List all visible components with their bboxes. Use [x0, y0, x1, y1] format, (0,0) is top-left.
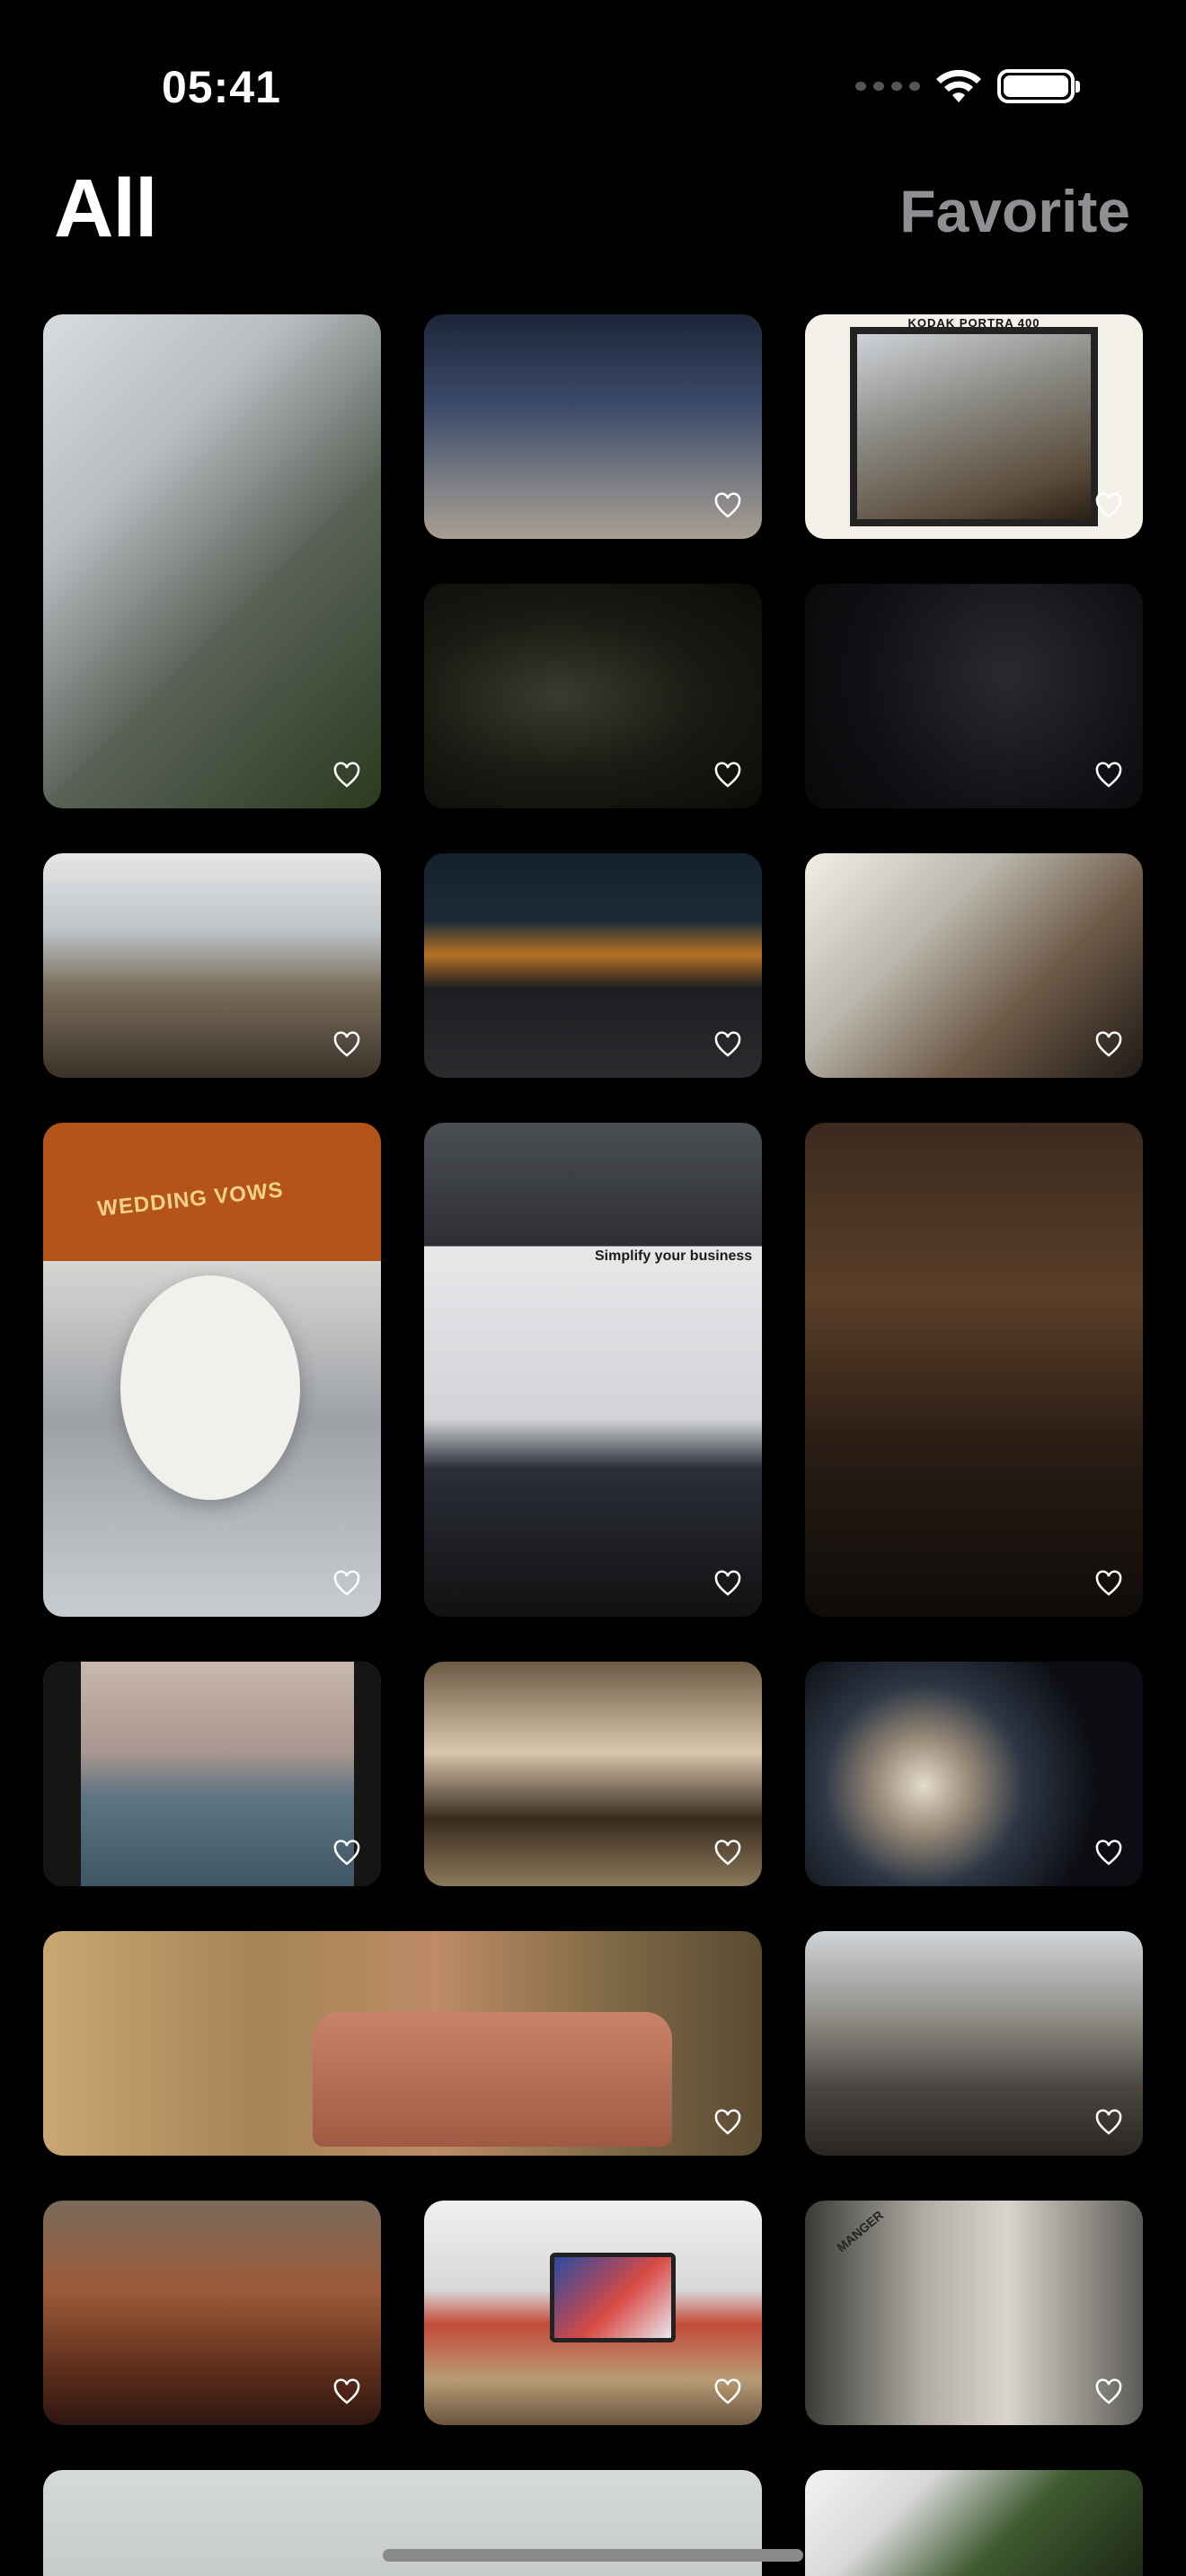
heart-icon[interactable] — [332, 1570, 361, 1597]
ring-box — [120, 1275, 300, 1500]
card-text: WEDDING VOWS — [96, 1178, 285, 1222]
heart-icon[interactable] — [713, 1839, 742, 1866]
heart-icon[interactable] — [713, 1570, 742, 1597]
heart-icon[interactable] — [1094, 1031, 1123, 1058]
sign-text: MANGER — [834, 2207, 887, 2255]
photo-city-street[interactable] — [424, 314, 762, 539]
photo-film-frame-studio[interactable]: KODAK PORTRA 400 — [805, 314, 1143, 539]
photo-canyon[interactable] — [43, 2201, 381, 2425]
heart-icon[interactable] — [1094, 1839, 1123, 1866]
photo-atrium[interactable] — [805, 1931, 1143, 2156]
film-label: KODAK PORTRA 400 — [907, 316, 1040, 330]
photo-townhouse[interactable] — [424, 1662, 762, 1886]
monitor — [550, 2253, 676, 2342]
photo-wedding-rings[interactable]: WEDDING VOWS — [43, 1123, 381, 1617]
heart-icon[interactable] — [1094, 762, 1123, 789]
photo-wall-lamp[interactable]: MANGER — [805, 2201, 1143, 2425]
heart-icon[interactable] — [713, 2378, 742, 2405]
photo-dark-fabric[interactable] — [424, 584, 762, 808]
heart-icon[interactable] — [332, 1031, 361, 1058]
photo-wood-interior[interactable] — [805, 1123, 1143, 1617]
heart-icon[interactable] — [332, 2378, 361, 2405]
heart-icon[interactable] — [1094, 2109, 1123, 2136]
photo-bottom-plants[interactable] — [805, 2470, 1143, 2576]
photo-grid: KODAK PORTRA 400 WEDDING VOWS Simplify y… — [0, 0, 1186, 2576]
window-frame — [43, 1662, 381, 1886]
heart-icon[interactable] — [1094, 492, 1123, 519]
photo-dog-piano[interactable] — [805, 853, 1143, 1078]
heart-icon[interactable] — [713, 762, 742, 789]
home-indicator[interactable] — [383, 2549, 803, 2562]
heart-icon[interactable] — [1094, 2378, 1123, 2405]
heart-icon[interactable] — [1094, 1570, 1123, 1597]
heart-icon[interactable] — [713, 492, 742, 519]
heart-icon[interactable] — [713, 2109, 742, 2136]
photo-jellyfish[interactable] — [805, 1662, 1143, 1886]
photo-floral-sofa[interactable] — [43, 1931, 762, 2156]
photo-woman-chevrons[interactable] — [424, 853, 762, 1078]
heart-icon[interactable] — [332, 762, 361, 789]
photo-laptop[interactable]: Simplify your business — [424, 1123, 762, 1617]
photo-desk-monitor[interactable] — [424, 2201, 762, 2425]
sofa — [313, 2012, 672, 2147]
film-frame — [850, 327, 1098, 526]
photo-window-lake[interactable] — [43, 853, 381, 1078]
heart-icon[interactable] — [713, 1031, 742, 1058]
heart-icon[interactable] — [332, 1839, 361, 1866]
photo-starry-sky[interactable] — [805, 584, 1143, 808]
photo-venice-window[interactable] — [43, 1662, 381, 1886]
photo-greenhouse-hand[interactable] — [43, 314, 381, 808]
laptop-text: Simplify your business — [595, 1248, 753, 1264]
